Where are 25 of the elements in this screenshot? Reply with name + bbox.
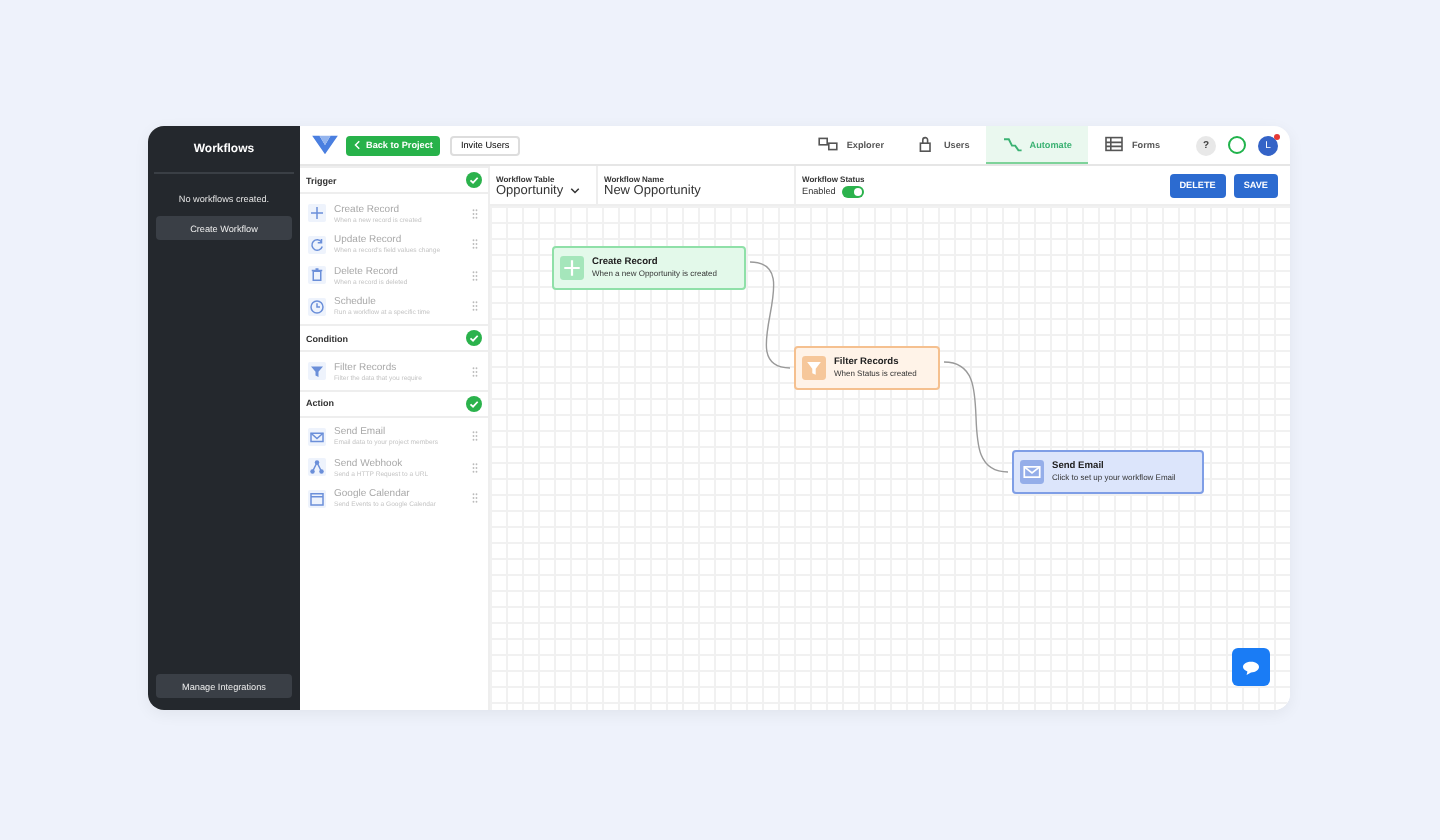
connector-line: [943, 361, 1009, 473]
speech-bubble-icon: [1242, 659, 1260, 675]
notification-dot-icon: [1273, 133, 1280, 140]
status-toggle[interactable]: [841, 185, 864, 197]
filter-icon: [308, 362, 326, 381]
grid-icon: [1103, 136, 1124, 152]
refresh-icon: [308, 235, 326, 254]
nodes-icon: [308, 458, 326, 477]
logo-icon: [311, 134, 337, 156]
chat-button[interactable]: [1232, 648, 1270, 686]
trash-icon: [308, 266, 326, 285]
filter-icon: [802, 356, 826, 380]
plus-icon: [560, 256, 584, 280]
chevron-left-icon: [354, 140, 362, 150]
windows-icon: [818, 136, 839, 152]
clock-icon: [308, 297, 326, 316]
zigzag-icon: [1001, 136, 1022, 152]
envelope-icon: [1020, 460, 1044, 484]
envelope-icon: [308, 427, 326, 446]
connector-line: [749, 261, 791, 369]
status-ring-icon: [1228, 136, 1246, 154]
plus-icon: [308, 204, 326, 223]
calendar-icon: [308, 489, 326, 508]
lock-icon: [915, 136, 936, 152]
caret-icon: [569, 187, 580, 193]
